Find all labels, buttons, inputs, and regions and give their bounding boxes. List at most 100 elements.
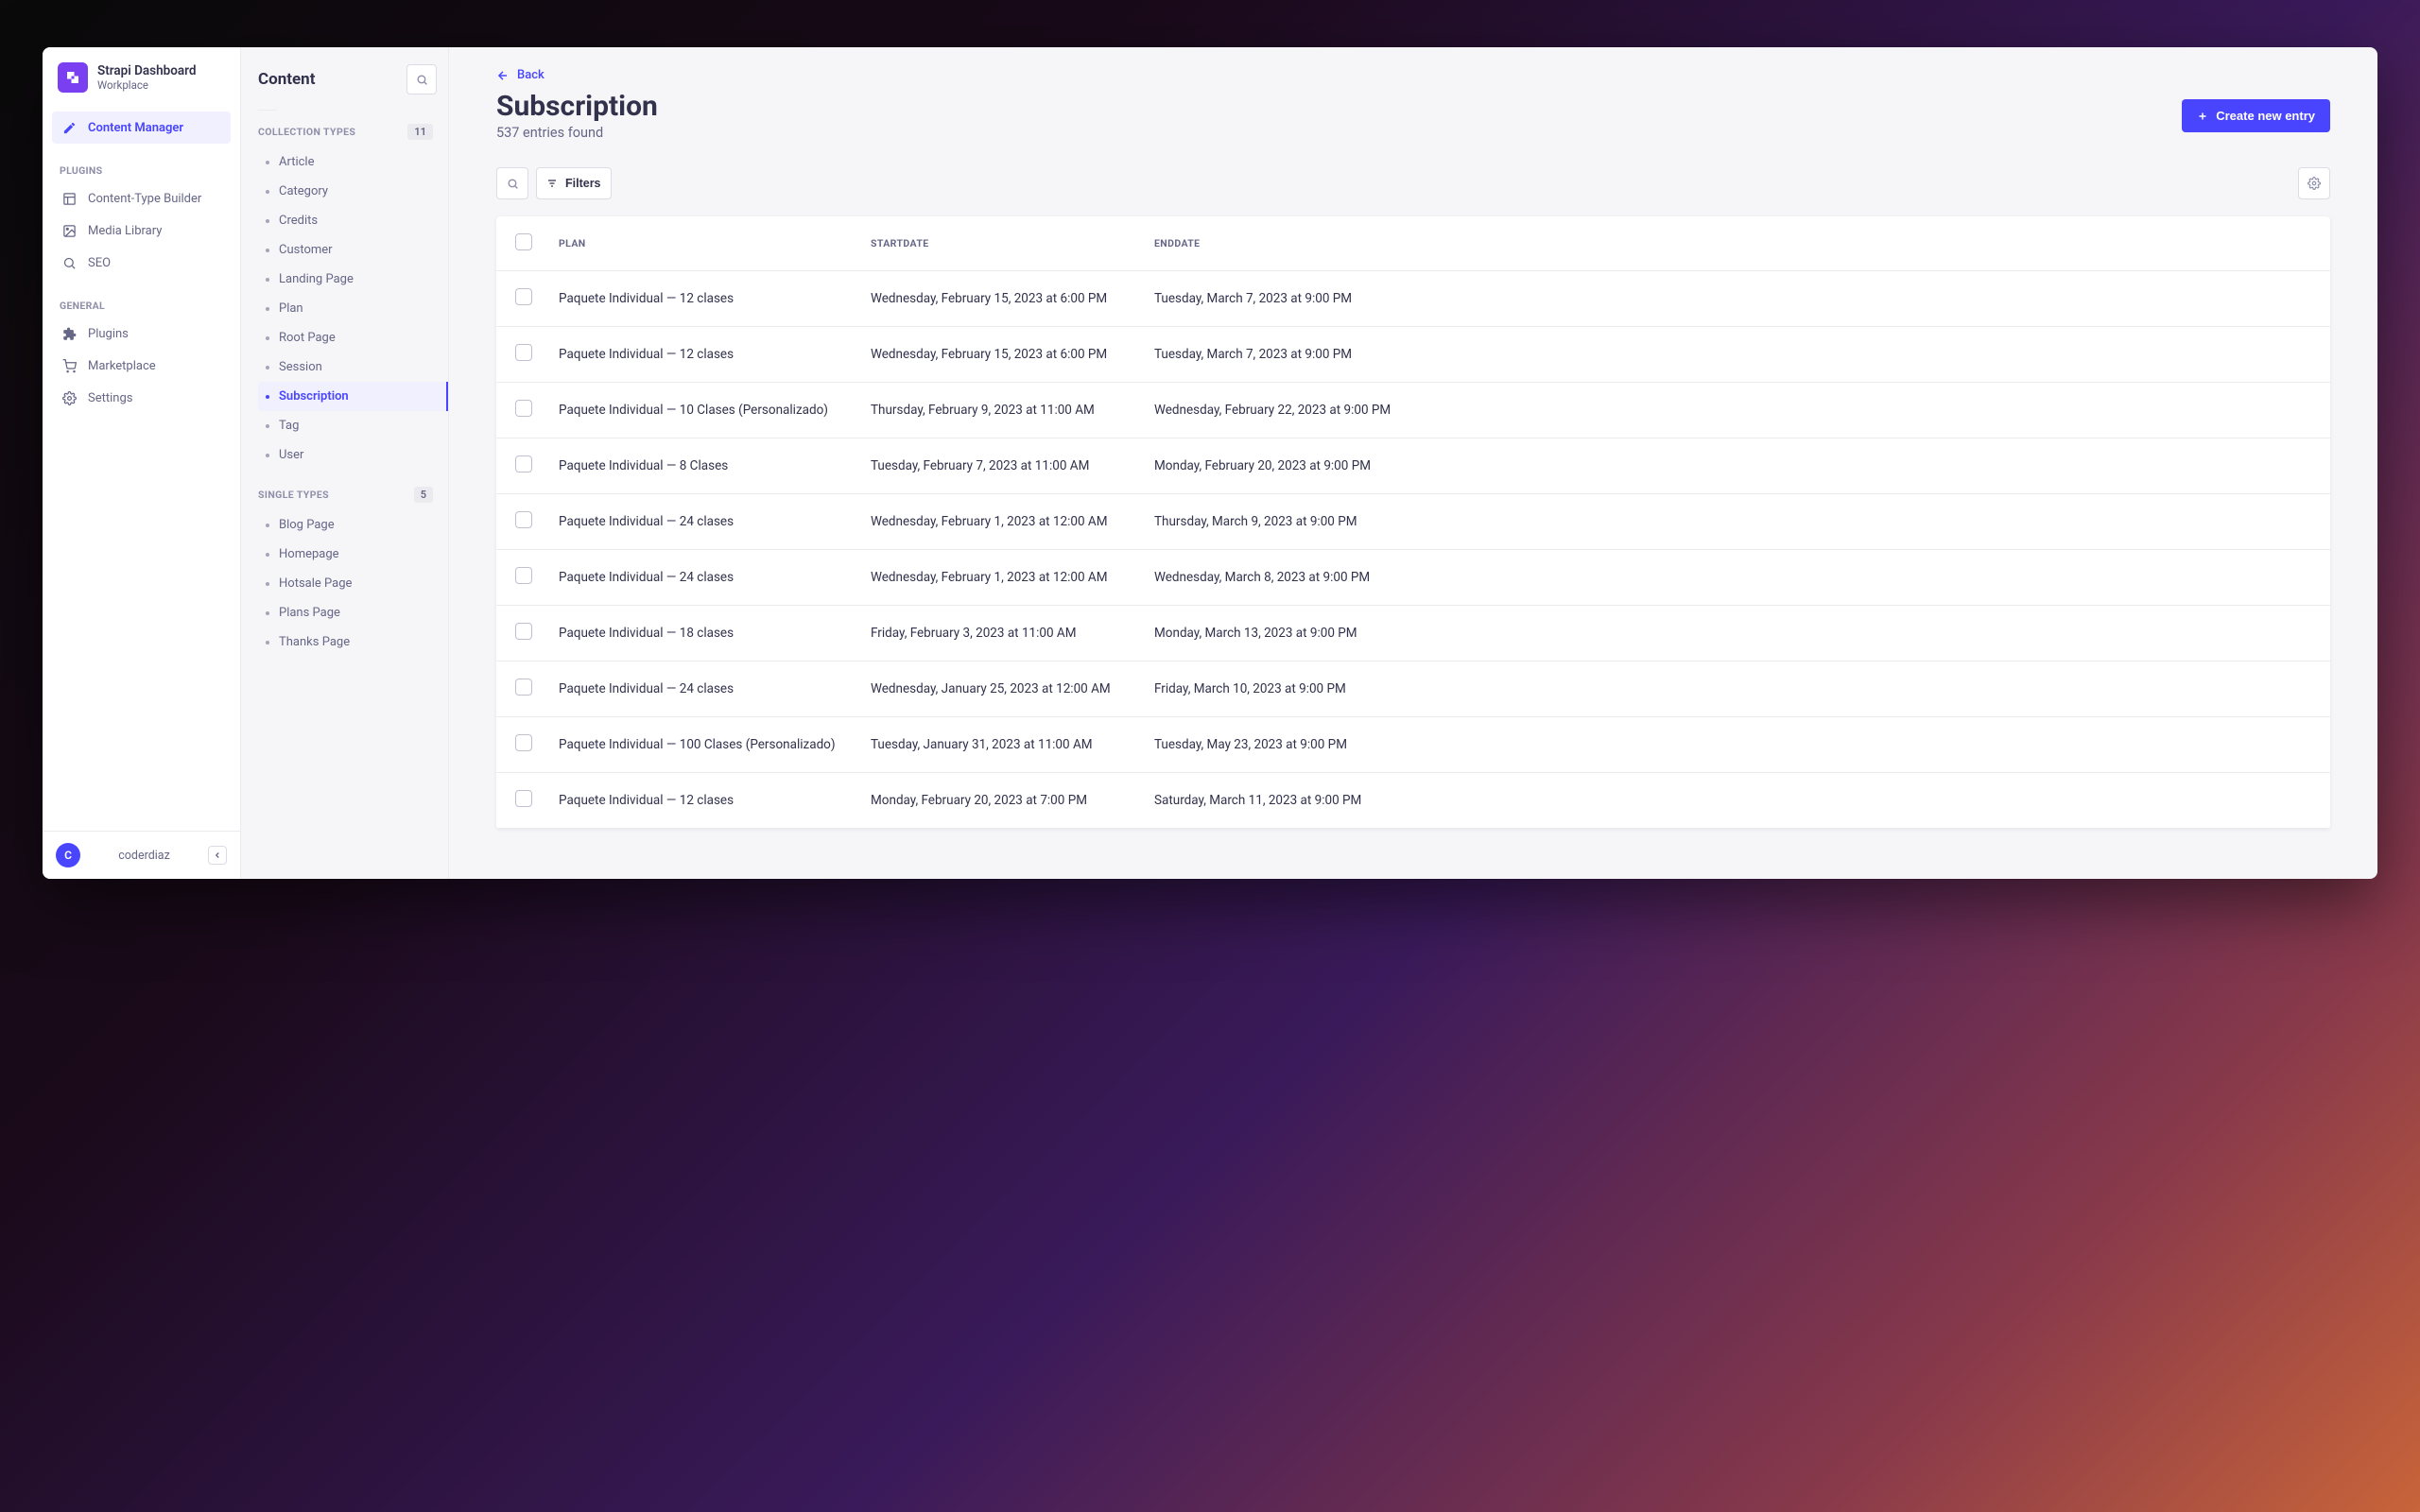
collection-type-item[interactable]: Subscription <box>258 382 448 411</box>
row-checkbox[interactable] <box>515 288 532 305</box>
table-search-button[interactable] <box>496 167 528 199</box>
main-sidebar: Strapi Dashboard Workplace Content Manag… <box>43 47 241 879</box>
cell-enddate: Saturday, March 11, 2023 at 9:00 PM <box>1141 773 2330 829</box>
entries-count: 537 entries found <box>496 125 658 141</box>
bullet-icon <box>266 424 269 428</box>
row-checkbox[interactable] <box>515 511 532 528</box>
single-type-item[interactable]: Thanks Page <box>258 627 437 657</box>
table-settings-button[interactable] <box>2298 167 2330 199</box>
bullet-icon <box>266 278 269 282</box>
cell-startdate: Wednesday, January 25, 2023 at 12:00 AM <box>857 662 1141 717</box>
column-startdate[interactable]: STARTDATE <box>857 216 1141 271</box>
back-label: Back <box>517 68 544 82</box>
single-type-item[interactable]: Hotsale Page <box>258 569 437 598</box>
table-row[interactable]: Paquete Individual — 12 clasesWednesday,… <box>496 327 2330 383</box>
cell-enddate: Thursday, March 9, 2023 at 9:00 PM <box>1141 494 2330 550</box>
search-icon <box>61 255 77 270</box>
table-row[interactable]: Paquete Individual — 18 clasesFriday, Fe… <box>496 606 2330 662</box>
row-checkbox[interactable] <box>515 455 532 472</box>
collection-type-item[interactable]: Plan <box>258 294 437 323</box>
table-row[interactable]: Paquete Individual — 12 clasesWednesday,… <box>496 271 2330 327</box>
type-item-label: Category <box>279 184 328 198</box>
cell-startdate: Thursday, February 9, 2023 at 11:00 AM <box>857 383 1141 438</box>
table-row[interactable]: Paquete Individual — 24 clases Wednesday,… <box>496 550 2330 606</box>
table-row[interactable]: Paquete Individual — 100 Clases (Persona… <box>496 717 2330 773</box>
single-type-item[interactable]: Homepage <box>258 540 437 569</box>
type-item-label: Session <box>279 360 322 374</box>
row-checkbox[interactable] <box>515 400 532 417</box>
collection-type-item[interactable]: Landing Page <box>258 265 437 294</box>
collection-type-item[interactable]: Session <box>258 352 437 382</box>
row-checkbox[interactable] <box>515 623 532 640</box>
cell-plan: Paquete Individual — 100 Clases (Persona… <box>545 717 857 773</box>
collapse-sidebar-button[interactable] <box>208 846 227 865</box>
nav-seo[interactable]: SEO <box>52 247 231 279</box>
filter-icon <box>546 178 558 189</box>
content-search-button[interactable] <box>406 64 437 94</box>
table-row[interactable]: Paquete Individual — 24 clasesWednesday,… <box>496 494 2330 550</box>
back-link[interactable]: Back <box>496 68 2330 82</box>
row-checkbox[interactable] <box>515 679 532 696</box>
nav-label: Content-Type Builder <box>88 192 201 206</box>
collection-type-item[interactable]: Credits <box>258 206 437 235</box>
nav-label: Media Library <box>88 224 162 238</box>
single-type-item[interactable]: Plans Page <box>258 598 437 627</box>
collection-type-item[interactable]: Tag <box>258 411 437 440</box>
brand: Strapi Dashboard Workplace <box>43 47 240 106</box>
row-checkbox[interactable] <box>515 567 532 584</box>
select-all-checkbox[interactable] <box>515 233 532 250</box>
cell-enddate: Wednesday, March 8, 2023 at 9:00 PM <box>1141 550 2330 606</box>
collection-type-item[interactable]: Category <box>258 177 437 206</box>
table-row[interactable]: Paquete Individual — 10 Clases (Personal… <box>496 383 2330 438</box>
collection-type-item[interactable]: Root Page <box>258 323 437 352</box>
type-item-label: Plans Page <box>279 606 340 620</box>
row-checkbox[interactable] <box>515 790 532 807</box>
collection-types-count: 11 <box>407 124 433 140</box>
create-entry-button[interactable]: Create new entry <box>2182 99 2330 132</box>
column-enddate[interactable]: ENDDATE <box>1141 216 2330 271</box>
type-item-label: Homepage <box>279 547 339 561</box>
strapi-logo-icon <box>58 62 88 93</box>
bullet-icon <box>266 161 269 164</box>
table-row[interactable]: Paquete Individual — 8 ClasesTuesday, Fe… <box>496 438 2330 494</box>
single-types-list: Blog Page Homepage Hotsale Page Plans Page T… <box>258 510 437 657</box>
bullet-icon <box>266 366 269 369</box>
nav-content-type-builder[interactable]: Content-Type Builder <box>52 182 231 215</box>
column-plan[interactable]: PLAN <box>545 216 857 271</box>
single-type-item[interactable]: Blog Page <box>258 510 437 540</box>
plus-icon <box>2197 111 2208 122</box>
bullet-icon <box>266 219 269 223</box>
username: coderdiaz <box>94 849 195 863</box>
cell-startdate: Monday, February 20, 2023 at 7:00 PM <box>857 773 1141 829</box>
collection-type-item[interactable]: Article <box>258 147 437 177</box>
nav-content-manager[interactable]: Content Manager <box>52 112 231 144</box>
filters-button[interactable]: Filters <box>536 167 612 199</box>
cell-enddate: Monday, March 13, 2023 at 9:00 PM <box>1141 606 2330 662</box>
cell-startdate: Wednesday, February 15, 2023 at 6:00 PM <box>857 271 1141 327</box>
table-row[interactable]: Paquete Individual — 12 clasesMonday, Fe… <box>496 773 2330 829</box>
cell-startdate: Wednesday, February 15, 2023 at 6:00 PM <box>857 327 1141 383</box>
collection-type-item[interactable]: User <box>258 440 437 470</box>
collection-type-item[interactable]: Customer <box>258 235 437 265</box>
nav-label: Plugins <box>88 327 129 341</box>
cell-startdate: Tuesday, January 31, 2023 at 11:00 AM <box>857 717 1141 773</box>
row-checkbox[interactable] <box>515 344 532 361</box>
type-item-label: Root Page <box>279 331 336 345</box>
collection-types-label: COLLECTION TYPES <box>258 126 355 138</box>
bullet-icon <box>266 307 269 311</box>
brand-subtitle: Workplace <box>97 78 196 92</box>
avatar[interactable]: C <box>56 843 80 868</box>
cell-plan: Paquete Individual — 8 Clases <box>545 438 857 494</box>
create-entry-label: Create new entry <box>2216 109 2315 123</box>
cell-plan: Paquete Individual — 24 clases <box>545 550 857 606</box>
nav-plugins[interactable]: Plugins <box>52 318 231 350</box>
cell-enddate: Friday, March 10, 2023 at 9:00 PM <box>1141 662 2330 717</box>
nav-media-library[interactable]: Media Library <box>52 215 231 247</box>
nav-marketplace[interactable]: Marketplace <box>52 350 231 382</box>
content-panel-title: Content <box>258 70 315 89</box>
nav-label: Content Manager <box>88 121 183 135</box>
nav-section-general: GENERAL <box>52 290 231 318</box>
table-row[interactable]: Paquete Individual — 24 clasesWednesday,… <box>496 662 2330 717</box>
nav-settings[interactable]: Settings <box>52 382 231 414</box>
row-checkbox[interactable] <box>515 734 532 751</box>
